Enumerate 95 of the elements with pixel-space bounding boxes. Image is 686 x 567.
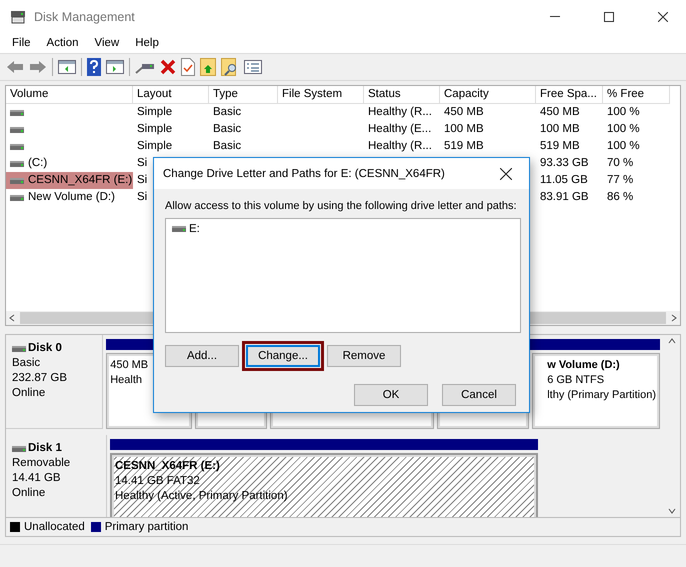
menu-item[interactable]: View — [86, 37, 128, 49]
drive-icon — [10, 110, 24, 116]
column-header[interactable]: Type — [209, 86, 278, 104]
table-cell-text: 100 MB — [540, 122, 580, 137]
disk-name: Disk 0 — [28, 341, 62, 356]
checklist-icon[interactable] — [244, 60, 262, 74]
disk-status: Online — [12, 486, 46, 501]
column-header[interactable]: % Free — [603, 86, 670, 104]
table-cell-text: Healthy (R... — [368, 105, 432, 120]
drive-icon — [10, 126, 24, 132]
table-cell-text: 100 % — [607, 122, 640, 137]
column-header[interactable]: Capacity — [440, 86, 536, 104]
table-row[interactable]: (C:) — [6, 155, 133, 172]
action-pane-icon[interactable] — [106, 60, 124, 74]
table-cell-text: Simple — [137, 139, 172, 154]
partition-info: Healthy (Active, Primary Partition) — [115, 489, 289, 504]
table-cell-text: Healthy (R... — [368, 139, 432, 154]
document-check-icon[interactable] — [181, 58, 195, 76]
dialog-button[interactable]: OK — [354, 384, 428, 406]
table-cell-text: Si — [137, 173, 148, 188]
column-header[interactable]: Status — [364, 86, 440, 104]
table-cell-text: 100 MB — [444, 122, 484, 137]
volume-name: CESNN_X64FR (E:) — [28, 173, 132, 188]
table-cell-text: 100 % — [607, 139, 640, 154]
table-cell-text: Simple — [137, 105, 172, 120]
column-header[interactable]: Volume — [6, 86, 133, 104]
legend-label: Primary partition — [104, 521, 188, 533]
forward-arrow-icon[interactable] — [29, 60, 47, 74]
dialog-title: Change Drive Letter and Paths for E: (CESNN_X64FR) — [163, 168, 446, 180]
close-icon[interactable] — [500, 168, 512, 180]
partition-name: CESNN_X64FR (E:) — [115, 459, 221, 474]
drive-icon — [172, 226, 186, 232]
table-cell-text: 450 MB — [444, 105, 484, 120]
partition-name: w Volume (D:) — [547, 358, 621, 373]
menu-item[interactable]: Action — [38, 37, 86, 49]
table-cell-text: Basic — [213, 122, 242, 137]
table-cell-text: Basic — [213, 105, 242, 120]
dialog-button[interactable]: Remove — [327, 345, 401, 367]
table-row[interactable]: New Volume (D:) — [6, 189, 133, 206]
table-cell-text: 450 MB — [540, 105, 580, 120]
dialog-button[interactable]: Cancel — [442, 384, 516, 406]
table-cell-text: Si — [137, 190, 148, 205]
table-cell-text: Simple — [137, 122, 172, 137]
column-header[interactable]: File System — [278, 86, 364, 104]
table-cell-text: 11.05 GB — [540, 173, 588, 188]
partition-block[interactable]: w Volume (D:) 6 GB NTFS lthy (Primary Partition) — [532, 353, 660, 429]
drive-icon — [10, 144, 24, 150]
drive-icon — [10, 178, 24, 184]
volume-name: (C:) — [28, 156, 48, 171]
path-list[interactable]: E: — [165, 218, 521, 333]
table-cell-text: Healthy (E... — [368, 122, 432, 137]
disk-type: Removable — [12, 456, 72, 471]
menu-item[interactable]: File — [4, 37, 39, 49]
partition-info: 6 GB NTFS — [547, 373, 606, 388]
dialog-prompt: Allow access to this volume by using the following drive letter and paths: — [165, 200, 518, 212]
folder-up-icon[interactable] — [200, 58, 216, 76]
table-cell-text: Si — [137, 156, 148, 171]
dialog-button[interactable]: Add... — [165, 345, 239, 367]
table-cell-text: 100 % — [607, 105, 640, 120]
close-icon[interactable] — [658, 12, 668, 22]
table-cell-text: 86 % — [607, 190, 634, 205]
disk-management-icon — [10, 10, 26, 24]
partition-info: 14.41 GB FAT32 — [115, 474, 201, 489]
disk-status: Online — [12, 386, 46, 401]
partition-block[interactable]: CESNN_X64FR (E:) 14.41 GB FAT32 Healthy (Active, Primary Partition) — [110, 453, 538, 517]
legend-label: Unallocated — [24, 521, 85, 533]
drive-icon — [10, 194, 24, 200]
disk-name: Disk 1 — [28, 441, 62, 456]
partition-info: lthy (Primary Partition) — [547, 388, 656, 403]
partition-info: Health — [110, 373, 143, 388]
console-tree-icon[interactable] — [58, 60, 76, 74]
table-cell-text: Basic — [213, 139, 242, 154]
table-cell-text: 70 % — [607, 156, 634, 171]
disk-size: 14.41 GB — [12, 471, 62, 486]
disk-size: 232.87 GB — [12, 371, 68, 386]
help-icon[interactable] — [87, 58, 101, 76]
table-cell-text: 519 MB — [540, 139, 580, 154]
menu-item[interactable]: Help — [127, 37, 167, 49]
path-item[interactable]: E: — [189, 223, 200, 235]
table-cell-text: 519 MB — [444, 139, 484, 154]
column-header[interactable]: Free Spa... — [536, 86, 603, 104]
back-arrow-icon[interactable] — [6, 60, 24, 74]
partition-info: 450 MB — [110, 358, 150, 373]
column-header[interactable]: Layout — [133, 86, 209, 104]
table-cell-text: 77 % — [607, 173, 634, 188]
delete-icon[interactable] — [160, 59, 176, 75]
table-cell-text: 83.91 GB — [540, 190, 589, 205]
maximize-icon[interactable] — [604, 12, 614, 22]
drive-icon — [10, 160, 24, 166]
window-title: Disk Management — [34, 10, 136, 24]
volume-name: New Volume (D:) — [28, 190, 115, 205]
table-row[interactable]: CESNN_X64FR (E:) — [6, 172, 133, 189]
table-cell-text: 93.33 GB — [540, 156, 589, 171]
folder-search-icon[interactable] — [221, 58, 239, 76]
disk-type: Basic — [12, 356, 42, 371]
